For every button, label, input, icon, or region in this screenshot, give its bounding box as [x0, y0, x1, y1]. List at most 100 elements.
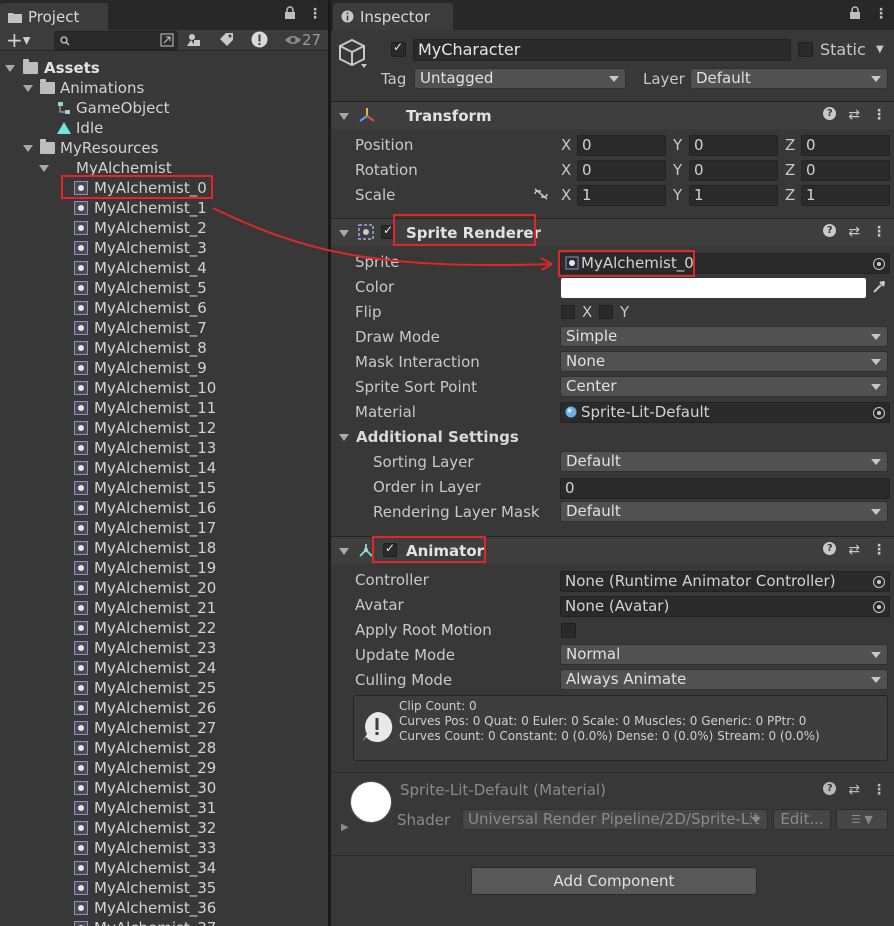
sprite-list-item[interactable]: MyAlchemist_34: [0, 858, 328, 878]
culling-mode-dropdown[interactable]: Always Animate: [560, 669, 888, 690]
help-icon[interactable]: ?: [823, 224, 837, 237]
position-z-axis-label[interactable]: Z: [785, 136, 795, 154]
controller-field[interactable]: None (Runtime Animator Controller): [560, 571, 890, 592]
add-component-button[interactable]: Add Component: [471, 867, 757, 895]
flip-x-checkbox[interactable]: [561, 305, 575, 319]
tree-item-gameobject[interactable]: GameObject: [0, 98, 328, 118]
sprite-list-item[interactable]: MyAlchemist_17: [0, 518, 328, 538]
collapse-arrow-icon[interactable]: [339, 434, 349, 441]
sprite-list-item[interactable]: MyAlchemist_21: [0, 598, 328, 618]
sprite-list-item[interactable]: MyAlchemist_14: [0, 458, 328, 478]
expand-arrow-icon[interactable]: [5, 64, 15, 72]
object-picker-icon[interactable]: [873, 258, 885, 270]
collapse-arrow-icon[interactable]: [339, 230, 349, 237]
sprite-list-item[interactable]: MyAlchemist_26: [0, 698, 328, 718]
update-mode-dropdown[interactable]: Normal: [560, 644, 888, 665]
sprite-list-item[interactable]: MyAlchemist_13: [0, 438, 328, 458]
rotation-z-input[interactable]: 0: [801, 160, 890, 181]
sprite-list-item[interactable]: MyAlchemist_10: [0, 378, 328, 398]
rendering-layer-mask-dropdown[interactable]: Default: [560, 501, 888, 522]
scale-y-input[interactable]: 1: [689, 185, 778, 206]
sprite-list-item[interactable]: MyAlchemist_16: [0, 498, 328, 518]
filter-by-type-icon[interactable]: [186, 32, 202, 48]
expand-arrow-icon[interactable]: [23, 84, 33, 92]
presets-icon[interactable]: ⇄: [848, 224, 860, 240]
scale-z-input[interactable]: 1: [801, 185, 890, 206]
warning-filter-icon[interactable]: [251, 31, 268, 48]
sprite-list-item[interactable]: MyAlchemist_3: [0, 238, 328, 258]
order-in-layer-input[interactable]: 0: [560, 478, 890, 499]
draw-mode-dropdown[interactable]: Simple: [560, 326, 888, 347]
sprite-list-item[interactable]: MyAlchemist_30: [0, 778, 328, 798]
layer-dropdown[interactable]: Default: [690, 68, 888, 89]
shader-options-button[interactable]: ☰ ▼: [836, 809, 888, 830]
collapse-arrow-icon[interactable]: [339, 113, 349, 120]
position-x-input[interactable]: 0: [577, 135, 666, 156]
help-icon[interactable]: ?: [823, 107, 837, 120]
rotation-x-input[interactable]: 0: [577, 160, 666, 181]
sprite-sort-point-dropdown[interactable]: Center: [560, 376, 888, 397]
sprite-list-item[interactable]: MyAlchemist_31: [0, 798, 328, 818]
sprite-list-item[interactable]: MyAlchemist_35: [0, 878, 328, 898]
position-x-axis-label[interactable]: X: [561, 136, 571, 154]
rotation-x-axis-label[interactable]: X: [561, 161, 571, 179]
sprite-list-item[interactable]: MyAlchemist_28: [0, 738, 328, 758]
component-menu-icon[interactable]: ⋮: [872, 782, 886, 798]
active-checkbox[interactable]: [391, 40, 406, 57]
sprite-list-item[interactable]: MyAlchemist_27: [0, 718, 328, 738]
sprite-list-item[interactable]: MyAlchemist_5: [0, 278, 328, 298]
help-icon[interactable]: ?: [823, 542, 837, 555]
hidden-packages-toggle[interactable]: 27: [284, 31, 321, 49]
position-z-input[interactable]: 0: [801, 135, 890, 156]
flip-y-checkbox[interactable]: [599, 305, 613, 319]
expand-arrow-icon[interactable]: [23, 144, 33, 152]
scale-y-axis-label[interactable]: Y: [673, 186, 682, 204]
scale-x-axis-label[interactable]: X: [561, 186, 571, 204]
sprite-list-item[interactable]: MyAlchemist_24: [0, 658, 328, 678]
color-swatch[interactable]: [561, 278, 866, 298]
filter-by-label-icon[interactable]: [219, 32, 235, 48]
help-icon[interactable]: ?: [823, 782, 837, 795]
sprite-list-item[interactable]: MyAlchemist_4: [0, 258, 328, 278]
sprite-list-item[interactable]: MyAlchemist_6: [0, 298, 328, 318]
sprite-list-item[interactable]: MyAlchemist_1: [0, 198, 328, 218]
tree-item-assets[interactable]: Assets: [0, 58, 328, 78]
tree-item-myresources[interactable]: MyResources: [0, 138, 328, 158]
object-picker-icon[interactable]: [873, 601, 885, 613]
expand-arrow-icon[interactable]: [39, 164, 49, 172]
scale-z-axis-label[interactable]: Z: [785, 186, 795, 204]
component-menu-icon[interactable]: ⋮: [872, 224, 886, 240]
search-filter-icon[interactable]: [160, 33, 174, 47]
transform-header[interactable]: Transform ? ⇄ ⋮: [331, 101, 894, 129]
material-field[interactable]: Sprite-Lit-Default: [560, 402, 890, 423]
sprite-list-item[interactable]: MyAlchemist_15: [0, 478, 328, 498]
sprite-list-item[interactable]: MyAlchemist_25: [0, 678, 328, 698]
rotation-y-axis-label[interactable]: Y: [673, 161, 682, 179]
sprite-list-item[interactable]: MyAlchemist_7: [0, 318, 328, 338]
object-name-input[interactable]: MyCharacter: [413, 39, 791, 61]
sprite-list-item[interactable]: MyAlchemist_29: [0, 758, 328, 778]
tree-item-animations[interactable]: Animations: [0, 78, 328, 98]
sorting-layer-dropdown[interactable]: Default: [560, 451, 888, 472]
sprite-list-item[interactable]: MyAlchemist_9: [0, 358, 328, 378]
sprite-list-item[interactable]: MyAlchemist_11: [0, 398, 328, 418]
sprite-list-item[interactable]: MyAlchemist_18: [0, 538, 328, 558]
sprite-list-item[interactable]: MyAlchemist_36: [0, 898, 328, 918]
kebab-menu-icon[interactable]: ⋮: [874, 6, 888, 22]
add-button[interactable]: +▼: [6, 30, 30, 52]
static-dropdown-icon[interactable]: ▼: [876, 44, 884, 55]
presets-icon[interactable]: ⇄: [848, 542, 860, 558]
tag-dropdown[interactable]: Untagged: [414, 68, 626, 89]
tab-inspector[interactable]: Inspector: [333, 3, 453, 30]
lock-icon[interactable]: [849, 6, 861, 24]
tab-project[interactable]: Project: [0, 3, 108, 30]
static-checkbox[interactable]: [798, 42, 813, 57]
object-picker-icon[interactable]: [873, 407, 885, 419]
sprite-list-item[interactable]: MyAlchemist_32: [0, 818, 328, 838]
presets-icon[interactable]: ⇄: [848, 107, 860, 123]
sprite-list-item[interactable]: MyAlchemist_2: [0, 218, 328, 238]
rotation-y-input[interactable]: 0: [689, 160, 778, 181]
scale-x-input[interactable]: 1: [577, 185, 666, 206]
expand-arrow-icon[interactable]: ▶: [341, 822, 349, 833]
sprite-list-item[interactable]: MyAlchemist_33: [0, 838, 328, 858]
